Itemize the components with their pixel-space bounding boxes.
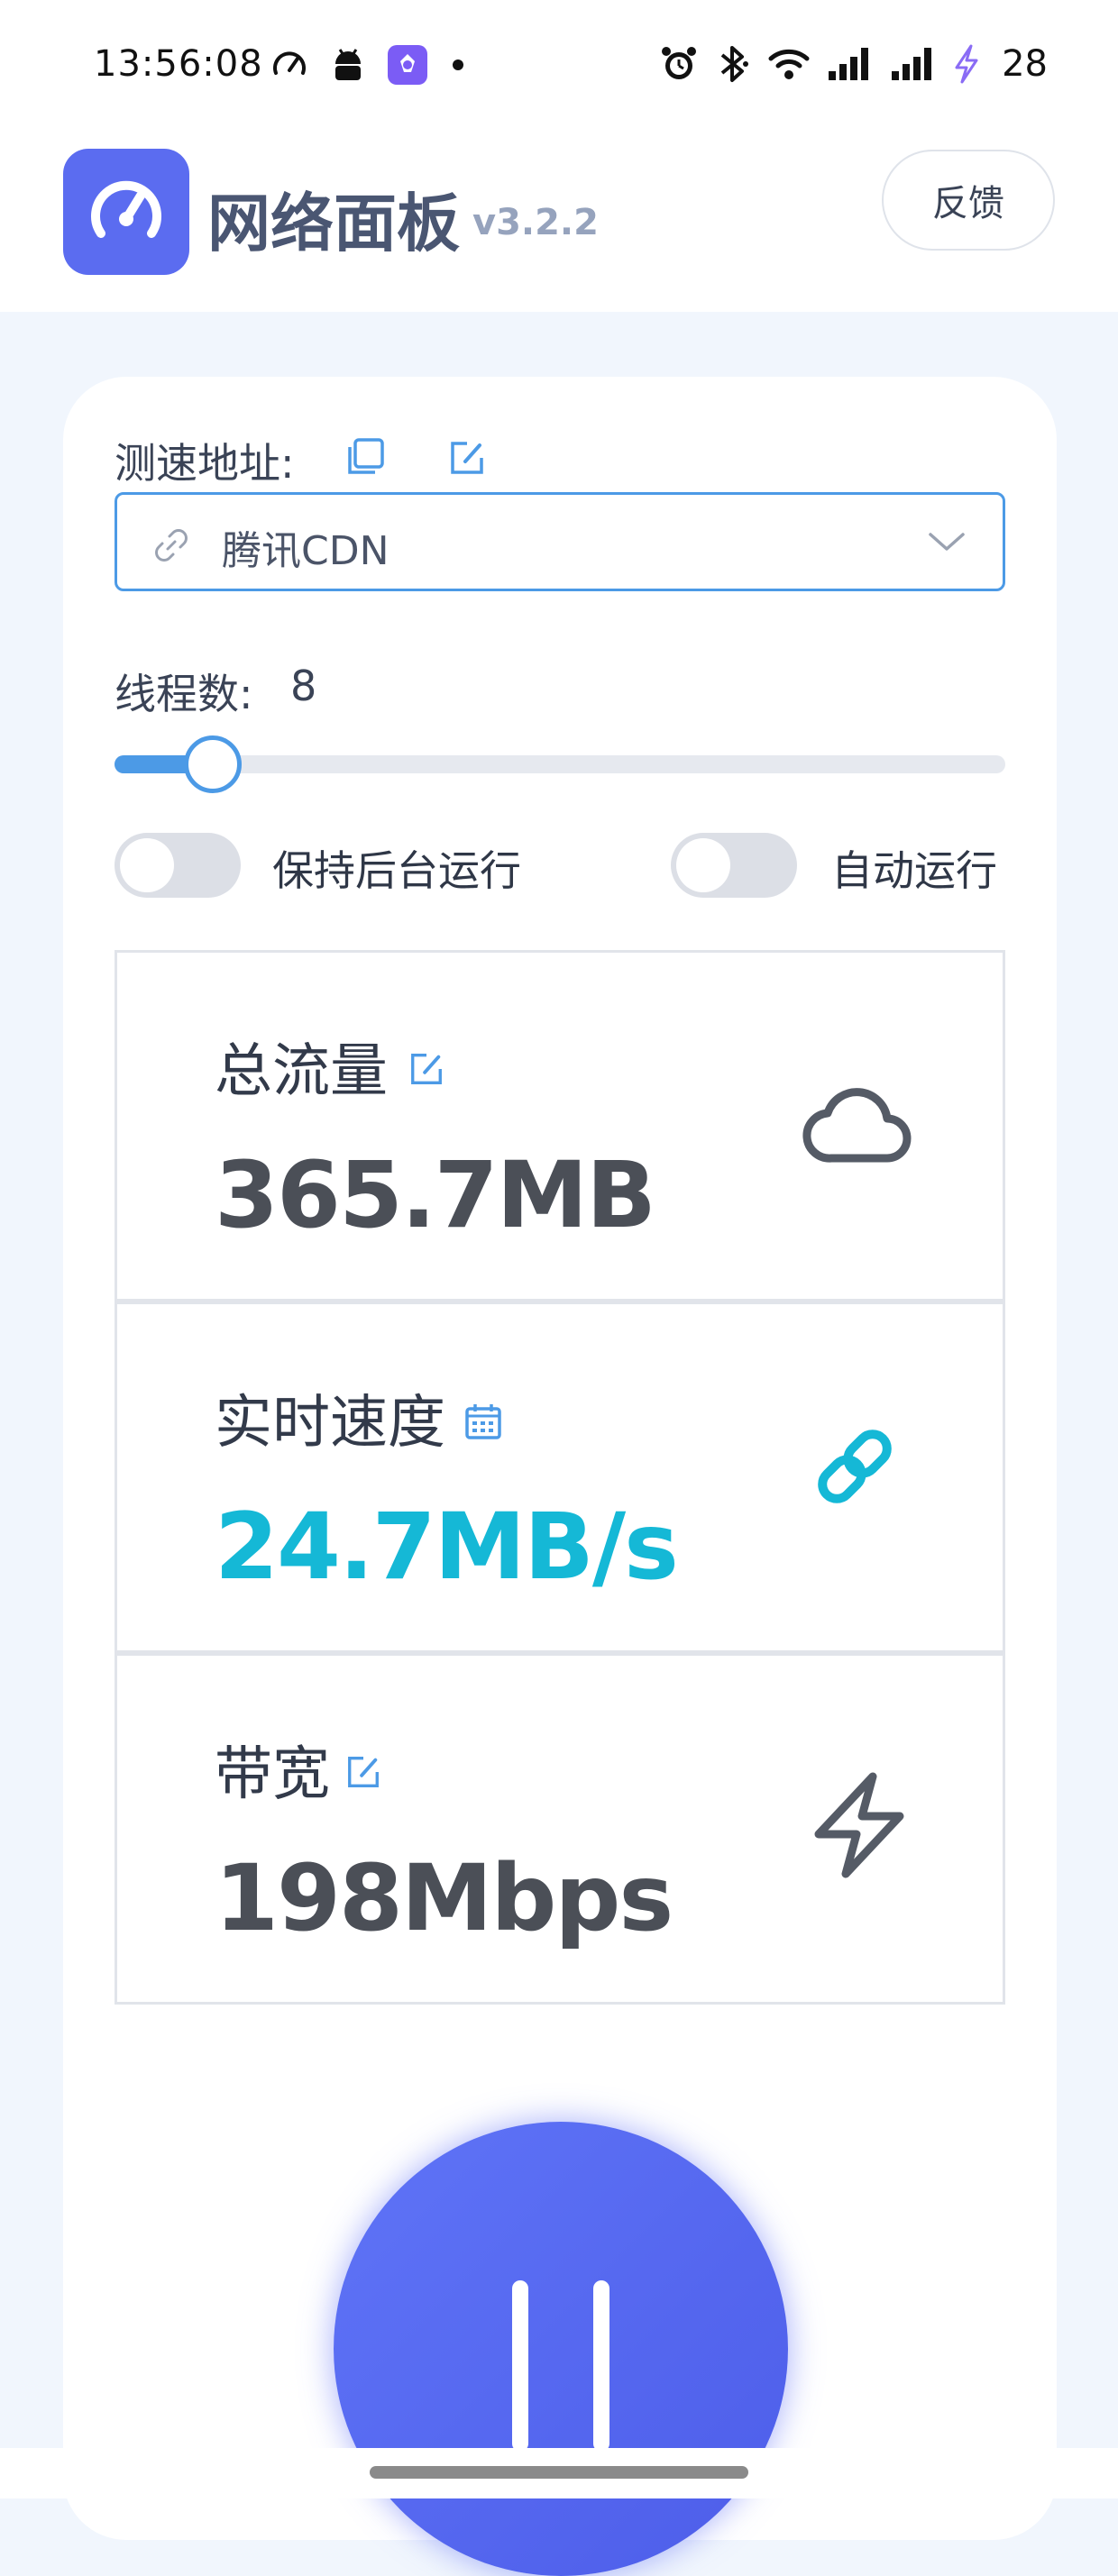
pause-bar-left bbox=[512, 2280, 528, 2452]
feedback-button[interactable]: 反馈 bbox=[882, 150, 1055, 251]
auto-run-toggle[interactable] bbox=[671, 833, 797, 898]
calendar-icon[interactable] bbox=[463, 1402, 503, 1441]
link-icon bbox=[818, 1430, 892, 1503]
chevron-down-icon bbox=[929, 533, 965, 551]
app-icon bbox=[388, 45, 427, 85]
threads-slider-track[interactable] bbox=[115, 755, 1005, 773]
stat-value: 365.7MB bbox=[215, 1142, 656, 1249]
signal-icon bbox=[892, 48, 932, 80]
keep-background-toggle[interactable] bbox=[115, 833, 241, 898]
stat-total-traffic: 总流量 365.7MB bbox=[115, 950, 1005, 1302]
lightning-icon bbox=[814, 1772, 904, 1878]
speed-source-select[interactable]: 腾讯CDN bbox=[115, 492, 1005, 591]
threads-slider-thumb[interactable] bbox=[183, 735, 242, 793]
edit-icon[interactable] bbox=[344, 1753, 382, 1791]
home-indicator[interactable] bbox=[370, 2466, 748, 2479]
pause-button[interactable] bbox=[334, 2122, 788, 2576]
pause-bar-right bbox=[593, 2280, 609, 2452]
keep-background-label: 保持后台运行 bbox=[272, 846, 521, 895]
android-icon bbox=[335, 49, 361, 80]
copy-icon[interactable] bbox=[344, 436, 386, 478]
signal-icon bbox=[829, 48, 869, 80]
battery-level: 28 bbox=[1002, 43, 1048, 85]
alarm-icon bbox=[662, 47, 697, 79]
app-logo bbox=[63, 149, 189, 275]
cloud-icon bbox=[802, 1088, 912, 1163]
speed-test-card: 测速地址: 腾讯CDN 线程数: 8 保持后台运行 自动运行 总流量 365.7… bbox=[63, 377, 1057, 2576]
dot-icon bbox=[453, 59, 463, 70]
app-header: 网络面板 v3.2.2 反馈 bbox=[0, 135, 1118, 312]
threads-value: 8 bbox=[290, 662, 317, 710]
link-icon bbox=[155, 529, 188, 562]
speed-source-value: 腾讯CDN bbox=[222, 528, 389, 574]
status-left-icons bbox=[270, 45, 465, 85]
speedometer-icon bbox=[273, 51, 306, 75]
stat-label: 带宽 bbox=[215, 1741, 330, 1808]
charging-icon bbox=[955, 44, 978, 84]
auto-run-label: 自动运行 bbox=[831, 846, 997, 895]
stat-value: 24.7MB/s bbox=[215, 1494, 679, 1601]
status-bar: 13:56:08 28 bbox=[0, 0, 1118, 135]
edit-icon[interactable] bbox=[447, 438, 487, 478]
stat-realtime-speed: 实时速度 24.7MB/s bbox=[115, 1302, 1005, 1653]
bluetooth-icon bbox=[720, 46, 749, 82]
threads-label: 线程数: bbox=[115, 670, 253, 718]
stat-label: 实时速度 bbox=[215, 1390, 445, 1457]
speed-address-label: 测速地址: bbox=[115, 439, 295, 488]
status-time: 13:56:08 bbox=[94, 43, 263, 85]
stats-list: 总流量 365.7MB 实时速度 24.7MB/s 带宽 198Mbps bbox=[115, 950, 1005, 2005]
stat-label: 总流量 bbox=[215, 1038, 388, 1105]
edit-icon[interactable] bbox=[408, 1050, 445, 1088]
app-title: 网络面板 bbox=[207, 187, 460, 260]
stat-value: 198Mbps bbox=[215, 1845, 674, 1952]
stat-bandwidth: 带宽 198Mbps bbox=[115, 1653, 1005, 2005]
app-version: v3.2.2 bbox=[472, 202, 599, 243]
speedometer-icon bbox=[91, 180, 161, 238]
status-right-icons: 28 bbox=[659, 43, 1048, 85]
navigation-bar bbox=[0, 2448, 1118, 2498]
wifi-icon bbox=[768, 49, 810, 79]
